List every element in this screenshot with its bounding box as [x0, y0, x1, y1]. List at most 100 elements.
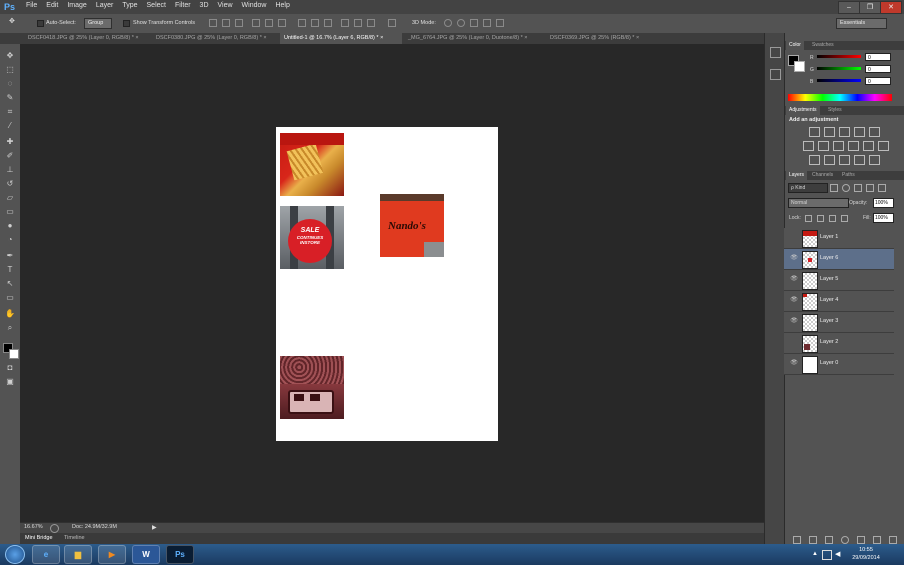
color-lookup-icon[interactable]	[878, 141, 889, 151]
distribute-hcenter-icon[interactable]	[354, 19, 362, 27]
tab-dscf0418[interactable]: DSCF0418.JPG @ 25% (Layer 0, RGB/8) * ×	[24, 33, 156, 44]
internet-explorer-icon[interactable]: e	[32, 545, 60, 564]
screen-mode-icon[interactable]: ▣	[4, 376, 16, 388]
background-color-swatch[interactable]	[9, 349, 19, 359]
eye-icon[interactable]: 👁	[790, 359, 798, 367]
layer-row-layer-5[interactable]: 👁 Layer 5	[784, 270, 894, 291]
type-filter-icon[interactable]	[854, 184, 862, 192]
layer-row-layer-3[interactable]: 👁 Layer 3	[784, 312, 894, 333]
r-slider[interactable]	[817, 55, 861, 58]
tab-styles[interactable]: Styles	[825, 106, 845, 115]
visibility-toggle[interactable]	[790, 233, 798, 241]
start-button-icon[interactable]	[5, 545, 25, 564]
auto-align-icon[interactable]	[388, 19, 396, 27]
crop-tool-icon[interactable]: ⌗	[4, 106, 16, 118]
zoom-tool-icon[interactable]: ⌕	[4, 322, 16, 334]
type-tool-icon[interactable]: T	[4, 264, 16, 276]
exposure-icon[interactable]	[854, 127, 865, 137]
b-slider[interactable]	[817, 79, 861, 82]
image-fries[interactable]	[280, 133, 344, 196]
properties-panel-icon[interactable]	[770, 69, 781, 80]
align-bottom-icon[interactable]	[235, 19, 243, 27]
zoom-level[interactable]: 16.67%	[24, 524, 43, 530]
menu-window[interactable]: Window	[242, 2, 267, 9]
3d-slide-icon[interactable]	[483, 19, 491, 27]
tab-dscf0380[interactable]: DSCF0380.JPG @ 25% (Layer 0, RGB/8) * ×	[152, 33, 284, 44]
volume-icon[interactable]: ◀	[835, 550, 840, 558]
brush-tool-icon[interactable]: ✐	[4, 150, 16, 162]
posterize-icon[interactable]	[824, 155, 835, 165]
menu-edit[interactable]: Edit	[46, 2, 58, 9]
hand-tool-icon[interactable]: ✋	[4, 308, 16, 320]
distribute-left-icon[interactable]	[341, 19, 349, 27]
image-sale[interactable]: SALE CONTINUES INSTORE	[280, 206, 344, 269]
menu-view[interactable]: View	[218, 2, 233, 9]
delete-layer-icon[interactable]	[889, 536, 897, 544]
gradient-map-icon[interactable]	[854, 155, 865, 165]
invert-icon[interactable]	[809, 155, 820, 165]
lock-pixels-icon[interactable]	[817, 215, 824, 222]
menu-3d[interactable]: 3D	[200, 2, 209, 9]
align-hcenter-icon[interactable]	[265, 19, 273, 27]
tab-close-icon[interactable]: ×	[135, 35, 138, 41]
menu-image[interactable]: Image	[67, 2, 86, 9]
align-right-icon[interactable]	[278, 19, 286, 27]
image-train[interactable]	[280, 356, 344, 419]
shape-filter-icon[interactable]	[866, 184, 874, 192]
layer-mask-icon[interactable]	[825, 536, 833, 544]
tab-swatches[interactable]: Swatches	[809, 41, 837, 50]
brightness-contrast-icon[interactable]	[809, 127, 820, 137]
show-hidden-icons-icon[interactable]: ▲	[812, 551, 818, 557]
tab-mg-6764[interactable]: _MG_6764.JPG @ 25% (Layer 0, Duotone/8) …	[404, 33, 546, 44]
lock-all-icon[interactable]	[841, 215, 848, 222]
quick-mask-icon[interactable]: ◘	[4, 362, 16, 374]
align-top-icon[interactable]	[209, 19, 217, 27]
eraser-tool-icon[interactable]: ▱	[4, 192, 16, 204]
b-value-input[interactable]: 0	[865, 77, 891, 85]
g-value-input[interactable]: 0	[865, 65, 891, 73]
layer-row-layer-2[interactable]: Layer 2	[784, 333, 894, 354]
document-canvas[interactable]: SALE CONTINUES INSTORE Nando's	[276, 127, 498, 441]
3d-scale-icon[interactable]	[496, 19, 504, 27]
word-icon[interactable]: W	[132, 545, 160, 564]
image-nandos[interactable]: Nando's	[380, 194, 444, 257]
link-layers-icon[interactable]	[793, 536, 801, 544]
layer-row-layer-0[interactable]: 👁 Layer 0	[784, 354, 894, 375]
lock-transparent-icon[interactable]	[805, 215, 812, 222]
tab-close-icon[interactable]: ×	[263, 35, 266, 41]
move-tool-icon[interactable]: ✥	[4, 50, 16, 62]
tab-color[interactable]: Color	[786, 41, 804, 50]
move-tool-preset-icon[interactable]: ✥	[9, 17, 17, 25]
menu-type[interactable]: Type	[122, 2, 137, 9]
r-value-input[interactable]: 0	[865, 53, 891, 61]
layer-filter-kind[interactable]: ρ Kind	[788, 183, 828, 193]
new-group-icon[interactable]	[857, 536, 865, 544]
layer-style-icon[interactable]	[809, 536, 817, 544]
threshold-icon[interactable]	[839, 155, 850, 165]
fill-input[interactable]: 100%	[873, 213, 894, 223]
distribute-right-icon[interactable]	[367, 19, 375, 27]
tab-paths[interactable]: Paths	[839, 171, 858, 180]
adjustment-layer-icon[interactable]	[841, 536, 849, 544]
vibrance-icon[interactable]	[869, 127, 880, 137]
adjustment-filter-icon[interactable]	[842, 184, 850, 192]
clone-stamp-tool-icon[interactable]: ⊥	[4, 164, 16, 176]
visibility-toggle[interactable]	[790, 338, 798, 346]
lasso-tool-icon[interactable]: ◌	[4, 78, 16, 90]
path-select-tool-icon[interactable]: ↖	[4, 278, 16, 290]
tab-close-icon[interactable]: ×	[380, 35, 383, 41]
3d-drag-icon[interactable]	[470, 19, 478, 27]
distribute-bottom-icon[interactable]	[324, 19, 332, 27]
layer-row-layer-1[interactable]: Layer 1	[784, 228, 894, 249]
tab-untitled-1[interactable]: Untitled-1 @ 16.7% (Layer 6, RGB/8) * ×	[280, 33, 402, 44]
history-panel-icon[interactable]	[770, 47, 781, 58]
eyedropper-tool-icon[interactable]: ⁄	[4, 120, 16, 132]
media-player-icon[interactable]: ▶	[98, 545, 126, 564]
photoshop-taskbar-icon[interactable]: Ps	[166, 545, 194, 564]
hue-saturation-icon[interactable]	[803, 141, 814, 151]
eye-icon[interactable]: 👁	[790, 275, 798, 283]
quick-select-tool-icon[interactable]: ✎	[4, 92, 16, 104]
shape-tool-icon[interactable]: ▭	[4, 292, 16, 304]
tab-adjustments[interactable]: Adjustments	[786, 106, 820, 115]
3d-rotate-icon[interactable]	[444, 19, 452, 27]
